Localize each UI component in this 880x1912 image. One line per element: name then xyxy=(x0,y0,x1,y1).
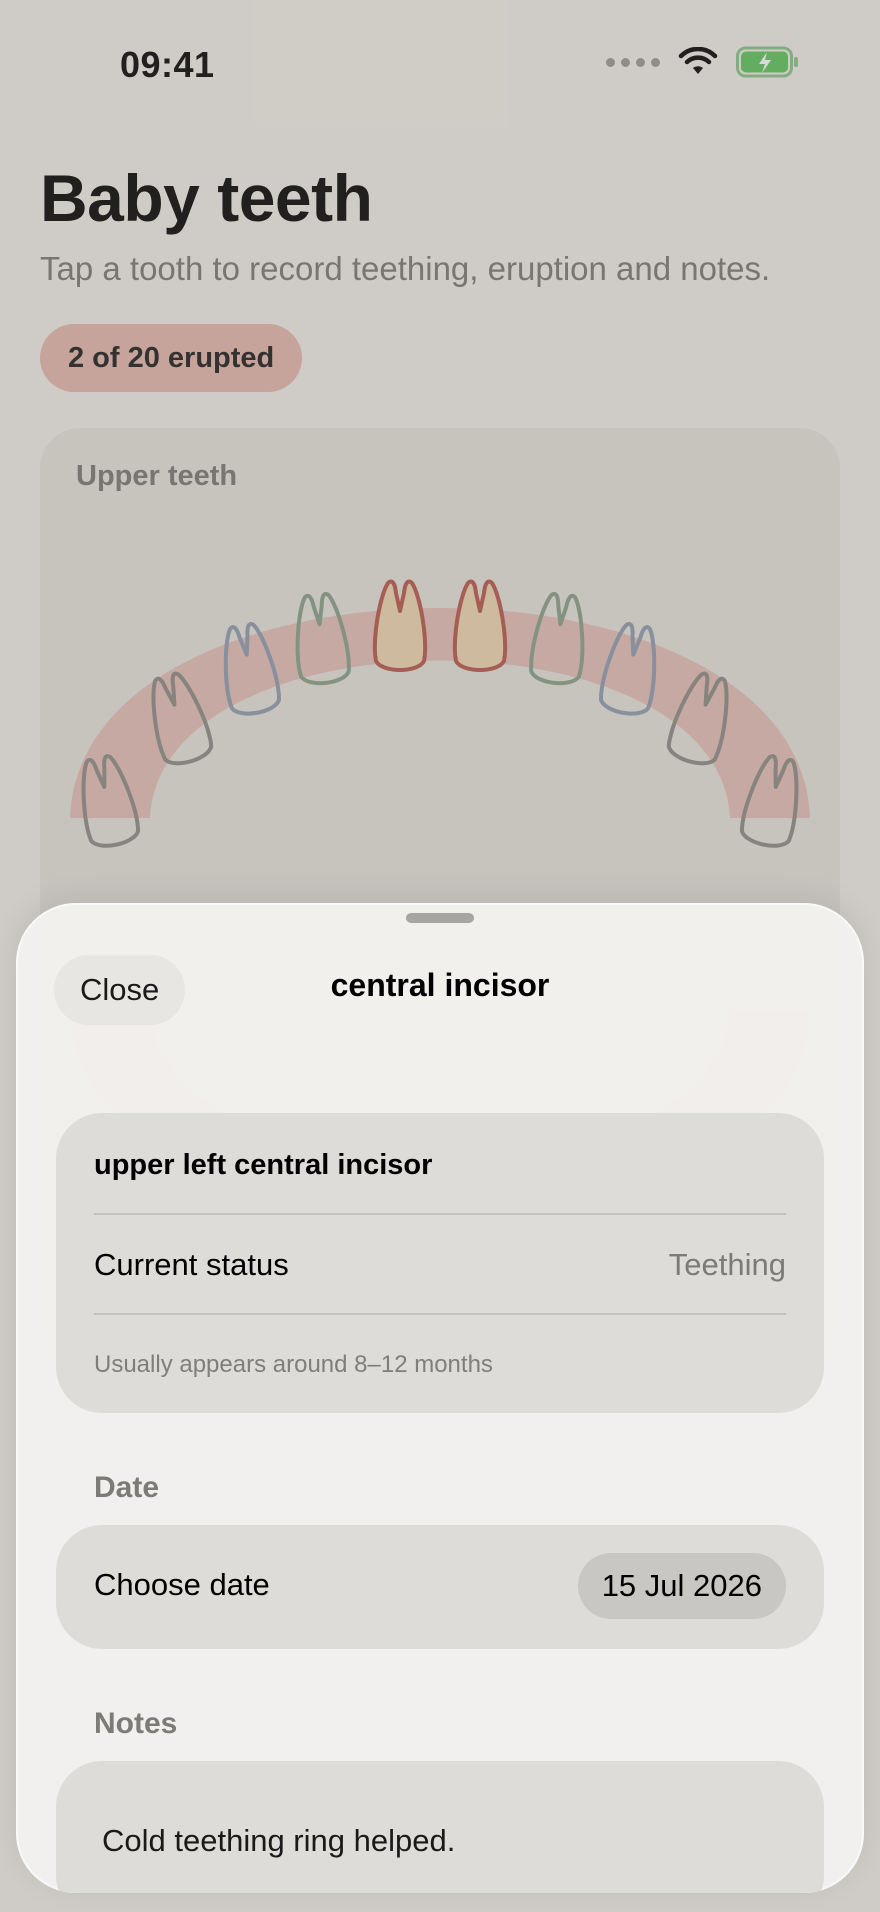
notes-field[interactable]: Cold teething ring helped. xyxy=(56,1761,824,1893)
sheet-grabber[interactable] xyxy=(406,913,474,923)
notes-text[interactable]: Cold teething ring helped. xyxy=(102,1823,455,1859)
notes-section-label: Notes xyxy=(94,1707,178,1740)
date-section-label: Date xyxy=(94,1471,160,1504)
tooth-detail-sheet: Close central incisor upper left central… xyxy=(16,903,864,1893)
sheet-title: central incisor xyxy=(330,967,550,1003)
tooth-info-card: upper left central incisor Current statu… xyxy=(56,1113,824,1413)
date-picker-button[interactable]: 15 Jul 2026 xyxy=(577,1553,786,1619)
divider xyxy=(94,1213,786,1215)
status-value[interactable]: Teething xyxy=(669,1247,786,1283)
tooth-full-name: upper left central incisor xyxy=(94,1149,433,1181)
date-row: Choose date 15 Jul 2026 xyxy=(56,1525,824,1649)
divider xyxy=(94,1313,786,1315)
eruption-age-hint: Usually appears around 8–12 months xyxy=(94,1351,493,1378)
choose-date-label: Choose date xyxy=(94,1567,270,1602)
status-label: Current status xyxy=(94,1247,289,1282)
